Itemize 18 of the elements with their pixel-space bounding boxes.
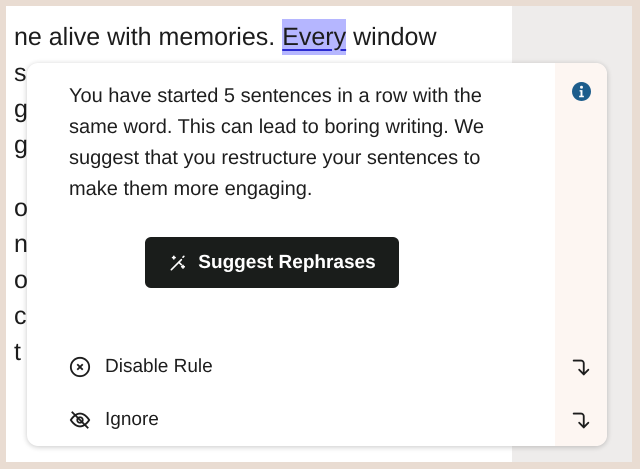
suggestion-message: You have started 5 sentences in a row with the same word. This can lead to boring writing. We suggest that you restructure your sentences to make them more engaging.	[69, 84, 486, 202]
disable-rule-button[interactable]: Disable Rule	[69, 350, 213, 384]
document-text: g	[14, 130, 28, 161]
highlighted-word: Every	[282, 19, 346, 55]
document-text: n	[14, 229, 28, 260]
info-icon	[572, 82, 590, 101]
suggest-rephrases-button[interactable]: Suggest Rephrases	[145, 237, 399, 288]
document-text: o	[14, 193, 28, 224]
document-text: window	[353, 22, 436, 53]
document-text: o	[14, 265, 28, 296]
close-circle-icon	[69, 356, 91, 378]
ignore-button[interactable]: Ignore	[69, 403, 159, 437]
document-text: c	[14, 301, 26, 332]
document-text: ne alive with memories.	[14, 22, 276, 53]
eye-off-icon	[69, 409, 91, 431]
document-text: g	[14, 94, 28, 125]
document-text: t	[14, 337, 21, 368]
document-text: s	[14, 58, 26, 89]
